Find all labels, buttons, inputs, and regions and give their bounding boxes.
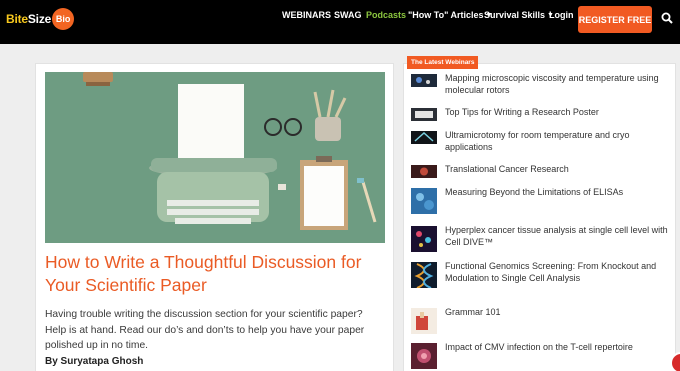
- nav-webinars-link[interactable]: WEBINARS: [282, 10, 331, 20]
- article-title-link[interactable]: How to Write a Thoughtful Discussion for…: [45, 251, 390, 297]
- webinar-item[interactable]: Ultramicrotomy for room temperature and …: [411, 129, 669, 154]
- top-nav-bar: BiteSize Bio WEBINARS SWAG Podcasts "How…: [0, 0, 680, 44]
- featured-article-card: How to Write a Thoughtful Discussion for…: [35, 63, 394, 371]
- webinar-item[interactable]: Top Tips for Writing a Research Poster: [411, 106, 669, 121]
- webinar-title-link[interactable]: Measuring Beyond the Limitations of ELIS…: [445, 186, 623, 214]
- nav-webinars[interactable]: WEBINARS: [282, 0, 331, 30]
- logo-text: BiteSize: [6, 12, 52, 26]
- webinar-thumbnail: [411, 74, 437, 87]
- webinar-thumbnail: [411, 131, 437, 144]
- nav-swag[interactable]: SWAG: [334, 0, 362, 30]
- latest-webinars-panel: The Latest Webinars Mapping microscopic …: [403, 56, 676, 371]
- webinar-item[interactable]: Measuring Beyond the Limitations of ELIS…: [411, 186, 669, 214]
- nav-podcasts[interactable]: Podcasts: [366, 0, 406, 30]
- webinar-title-link[interactable]: Hyperplex cancer tissue analysis at sing…: [445, 224, 669, 252]
- bitesizebio-logo[interactable]: BiteSize Bio: [6, 8, 75, 30]
- webinar-item[interactable]: Impact of CMV infection on the T-cell re…: [411, 341, 669, 369]
- nav-podcasts-link[interactable]: Podcasts: [366, 10, 406, 20]
- article-author: By Suryatapa Ghosh: [45, 356, 144, 367]
- webinar-thumbnail: [411, 343, 437, 369]
- nav-swag-link[interactable]: SWAG: [334, 10, 362, 20]
- article-excerpt: Having trouble writing the discussion se…: [45, 309, 365, 351]
- article-hero-image[interactable]: [45, 72, 385, 243]
- webinar-thumbnail: [411, 165, 437, 178]
- webinar-item[interactable]: Mapping microscopic viscosity and temper…: [411, 72, 669, 97]
- webinar-thumbnail: [411, 108, 437, 121]
- register-free-button[interactable]: REGISTER FREE: [578, 6, 652, 33]
- nav-login[interactable]: Login: [549, 0, 574, 30]
- latest-webinars-heading: The Latest Webinars: [407, 56, 479, 69]
- webinar-item[interactable]: Grammar 101: [411, 306, 669, 334]
- webinar-title-link[interactable]: Mapping microscopic viscosity and temper…: [445, 72, 669, 97]
- webinar-title-link[interactable]: Translational Cancer Research: [445, 163, 569, 178]
- nav-login-link[interactable]: Login: [549, 10, 574, 20]
- webinar-item[interactable]: Functional Genomics Screening: From Knoc…: [411, 260, 669, 288]
- webinar-thumbnail: [411, 188, 437, 214]
- search-icon[interactable]: [661, 12, 673, 24]
- webinar-thumbnail: [411, 262, 437, 288]
- nav-survival-link[interactable]: Survival Skills: [484, 10, 545, 20]
- webinar-title-link[interactable]: Top Tips for Writing a Research Poster: [445, 106, 599, 121]
- webinar-item[interactable]: Translational Cancer Research: [411, 163, 669, 178]
- nav-how-to-link[interactable]: "How To" Articles: [408, 10, 484, 20]
- webinar-title-link[interactable]: Ultramicrotomy for room temperature and …: [445, 129, 669, 154]
- webinar-title-link[interactable]: Impact of CMV infection on the T-cell re…: [445, 341, 633, 369]
- webinar-thumbnail: [411, 308, 437, 334]
- webinar-item[interactable]: Hyperplex cancer tissue analysis at sing…: [411, 224, 669, 252]
- nav-how-to-articles[interactable]: "How To" Articles ▼: [408, 0, 492, 30]
- webinar-thumbnail: [411, 226, 437, 252]
- logo-bio-badge: Bio: [52, 8, 75, 30]
- webinar-title-link[interactable]: Grammar 101: [445, 306, 501, 334]
- nav-survival-skills[interactable]: Survival Skills ▼: [484, 0, 554, 30]
- webinar-title-link[interactable]: Functional Genomics Screening: From Knoc…: [445, 260, 669, 288]
